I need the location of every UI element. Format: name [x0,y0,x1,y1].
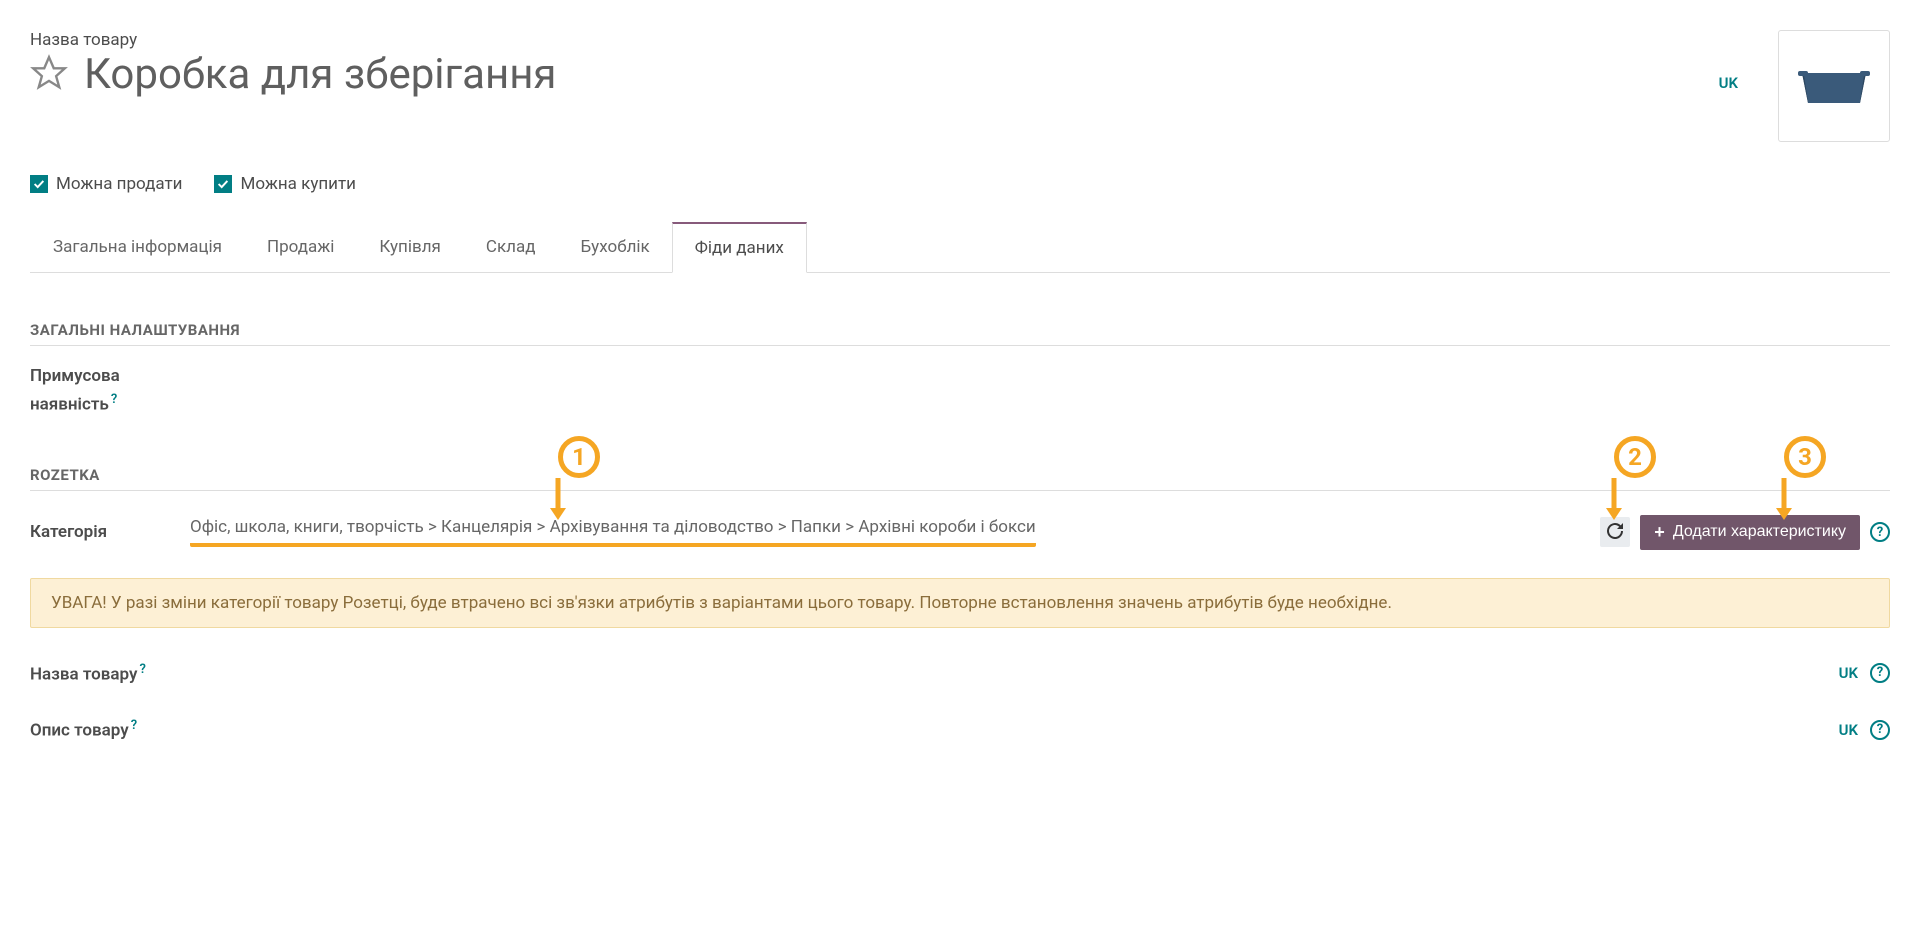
help-icon[interactable]: ? [1870,663,1890,683]
language-indicator[interactable]: UK [1839,664,1858,682]
page-title: Коробка для зберігання [84,52,556,98]
help-icon[interactable]: ? [111,392,117,407]
tab-data-feeds[interactable]: Фіди даних [672,222,807,273]
language-indicator[interactable]: UK [1839,721,1858,739]
tab-sales[interactable]: Продажі [244,222,357,272]
tab-general-info[interactable]: Загальна інформація [30,222,245,272]
product-name-field-row: Назва товару? UK ? [30,662,1890,685]
arrow-down-icon [1603,478,1625,520]
warning-box: УВАГА! У разі зміни категорії товару Роз… [30,578,1890,628]
tabs: Загальна інформація Продажі Купівля Скла… [30,222,1890,273]
annotation-1: 1 [558,436,600,478]
add-characteristic-label: Додати характеристику [1673,523,1846,541]
help-icon[interactable]: ? [131,718,137,733]
header-left: Назва товару Коробка для зберігання [30,30,1719,98]
arrow-down-icon [547,478,569,520]
product-name-label: Назва товару [30,30,1719,50]
tab-inventory[interactable]: Склад [463,222,559,272]
header-row: Назва товару Коробка для зберігання UK [30,30,1890,142]
tab-accounting[interactable]: Бухоблік [557,222,672,272]
product-desc-field-row: Опис товару? UK ? [30,718,1890,741]
product-desc-field-label: Опис товару? [30,718,190,741]
forced-availability-label: Примусова наявність? [30,364,170,418]
product-name-field-label: Назва товару? [30,662,190,685]
category-row: Категорія Офіс, школа, книги, творчість … [30,515,1890,550]
refresh-button[interactable] [1600,517,1630,547]
category-label: Категорія [30,522,190,542]
category-breadcrumb[interactable]: Офіс, школа, книги, творчість > Канцеляр… [190,517,1036,547]
tab-purchase[interactable]: Купівля [356,222,463,272]
add-characteristic-button[interactable]: + Додати характеристику [1640,515,1860,550]
arrow-down-icon [1773,478,1795,520]
annotation-3: 3 [1784,436,1826,478]
plus-icon: + [1654,522,1665,543]
can-buy-label: Можна купити [240,174,356,194]
title-row: Коробка для зберігання [30,52,1719,98]
check-icon [214,175,232,193]
can-sell-checkbox[interactable]: Можна продати [30,174,182,194]
help-icon[interactable]: ? [1870,720,1890,740]
favorite-star-icon[interactable] [30,54,68,96]
annotation-2: 2 [1614,436,1656,478]
can-buy-checkbox[interactable]: Можна купити [214,174,356,194]
section-general-settings: ЗАГАЛЬНІ НАЛАШТУВАННЯ [30,321,1890,346]
language-indicator[interactable]: UK [1719,74,1738,92]
help-icon[interactable]: ? [139,662,145,677]
product-image[interactable] [1778,30,1890,142]
can-sell-label: Можна продати [56,174,182,194]
forced-availability-field: Примусова наявність? [30,364,1890,418]
category-value-wrap: Офіс, школа, книги, творчість > Канцеляр… [190,517,1600,547]
category-actions: + Додати характеристику ? [1600,515,1890,550]
check-icon [30,175,48,193]
checkbox-row: Можна продати Можна купити [30,174,1890,194]
refresh-icon [1607,523,1623,542]
help-icon[interactable]: ? [1870,522,1890,542]
